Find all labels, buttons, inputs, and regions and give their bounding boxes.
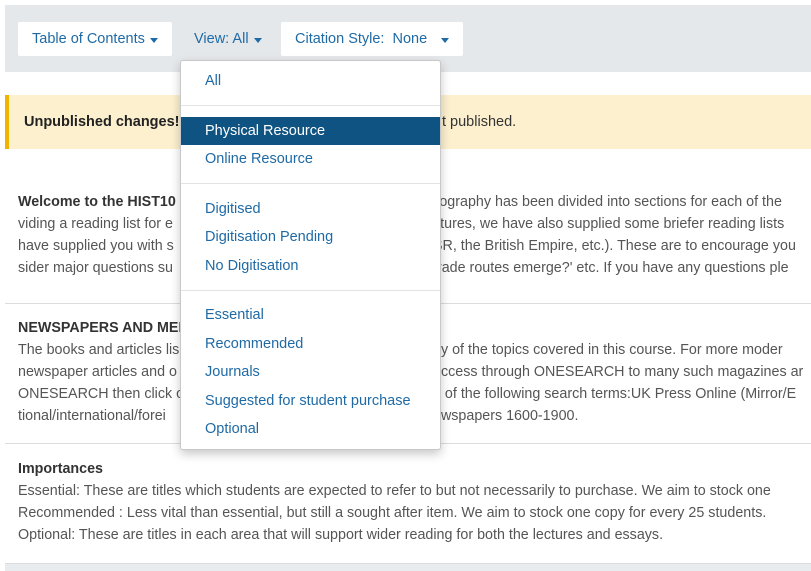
view-option-suggested-for-student-purchase[interactable]: Suggested for student purchase bbox=[181, 387, 440, 415]
caret-down-icon bbox=[253, 37, 262, 43]
newspapers-heading: NEWSPAPERS AND MED bbox=[18, 320, 189, 336]
view-option-all[interactable]: All bbox=[181, 67, 440, 95]
citation-style-button[interactable]: Citation Style: None bbox=[281, 22, 464, 56]
newspapers-text-line: ONESEARCH then click o bbox=[18, 386, 185, 402]
importances-text-line: Optional: These are titles in each area … bbox=[18, 527, 664, 543]
citation-style-label: Citation Style: None bbox=[295, 31, 428, 47]
welcome-text-line: viding a reading list for e bbox=[18, 216, 173, 232]
table-of-contents-button[interactable]: Table of Contents bbox=[18, 22, 172, 56]
importances-heading: Importances bbox=[18, 461, 104, 477]
caret-down-icon bbox=[149, 37, 158, 43]
view-option-no-digitisation[interactable]: No Digitisation bbox=[181, 252, 440, 280]
view-filter-dropdown: All Physical Resource Online Resource Di… bbox=[180, 60, 441, 450]
view-option-online-resource[interactable]: Online Resource bbox=[181, 145, 440, 173]
banner-title: Unpublished changes! bbox=[24, 114, 180, 130]
newspapers-text-line: ewspapers 1600-1900. bbox=[433, 408, 579, 424]
view-option-digitisation-pending[interactable]: Digitisation Pending bbox=[181, 223, 440, 251]
banner-text: t published. bbox=[442, 114, 517, 130]
caret-down-icon bbox=[441, 37, 450, 43]
newspapers-text-line: access through ONESEARCH to many such ma… bbox=[433, 364, 804, 380]
importances-text-line: Essential: These are titles which studen… bbox=[18, 483, 771, 499]
importances-text-line: Recommended : Less vital than essential,… bbox=[18, 505, 767, 521]
menu-divider bbox=[181, 105, 440, 106]
view-option-optional[interactable]: Optional bbox=[181, 415, 440, 443]
welcome-text-line: SR, the British Empire, etc.). These are… bbox=[433, 238, 796, 254]
view-option-recommended[interactable]: Recommended bbox=[181, 330, 440, 358]
welcome-text-line: sider major questions su bbox=[18, 260, 173, 276]
next-section-edge bbox=[5, 563, 811, 571]
welcome-text-line: have supplied you with s bbox=[18, 238, 174, 254]
welcome-text-line: ctures, we have also supplied some brief… bbox=[433, 216, 785, 232]
view-filter-button[interactable]: View: All bbox=[194, 22, 262, 56]
newspapers-text-line: e of the following search terms:UK Press… bbox=[433, 386, 797, 402]
table-of-contents-label: Table of Contents bbox=[32, 31, 145, 47]
newspapers-text-line: tional/international/forei bbox=[18, 408, 166, 424]
view-option-journals[interactable]: Journals bbox=[181, 358, 440, 386]
welcome-text-line: liography has been divided into sections… bbox=[433, 194, 782, 210]
menu-divider bbox=[181, 183, 440, 184]
view-option-digitised[interactable]: Digitised bbox=[181, 195, 440, 223]
welcome-text-line: trade routes emerge?' etc. If you have a… bbox=[433, 260, 789, 276]
welcome-heading: Welcome to the HIST10 bbox=[18, 194, 176, 210]
view-option-essential[interactable]: Essential bbox=[181, 301, 440, 329]
newspapers-text-line: The books and articles lis bbox=[18, 342, 180, 358]
menu-divider bbox=[181, 290, 440, 291]
view-filter-label: View: All bbox=[194, 31, 249, 47]
newspapers-text-line: ny of the topics covered in this course.… bbox=[433, 342, 783, 358]
newspapers-text-line: newspaper articles and o bbox=[18, 364, 177, 380]
view-option-physical-resource[interactable]: Physical Resource bbox=[181, 117, 440, 145]
